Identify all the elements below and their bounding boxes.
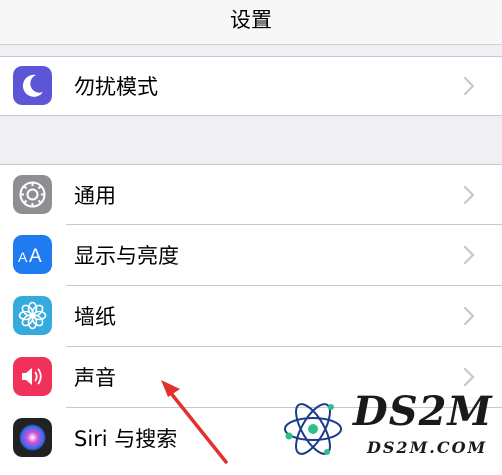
moon-icon — [13, 66, 52, 105]
settings-row-wallpaper[interactable]: 墙纸 — [0, 286, 502, 346]
chevron-right-icon — [462, 306, 476, 326]
chevron-right-icon — [462, 185, 476, 205]
siri-icon — [13, 418, 52, 457]
page-title: 设置 — [230, 8, 272, 32]
settings-row-label: 声音 — [74, 366, 116, 390]
watermark-url: DS2M.COM — [367, 438, 488, 457]
chevron-right-icon — [462, 367, 476, 387]
settings-row-do-not-disturb[interactable]: 勿扰模式 — [0, 56, 502, 116]
settings-row-label: 显示与亮度 — [74, 244, 179, 268]
chevron-right-icon — [462, 76, 476, 96]
speaker-icon — [13, 357, 52, 396]
settings-row-label: 通用 — [74, 184, 116, 208]
settings-row-label: 墙纸 — [74, 305, 116, 329]
flower-icon — [13, 296, 52, 335]
svg-text:A: A — [29, 246, 42, 267]
settings-row-general[interactable]: 通用 — [0, 165, 502, 225]
settings-row-label: Siri 与搜索 — [74, 427, 178, 451]
text-size-icon: A A — [13, 235, 52, 274]
svg-text:A: A — [18, 249, 28, 265]
settings-row-display-brightness[interactable]: A A 显示与亮度 — [0, 225, 502, 285]
navigation-bar: 设置 — [0, 0, 502, 45]
atom-logo-icon — [284, 403, 342, 455]
watermark-title: DS2M — [353, 388, 493, 435]
chevron-right-icon — [462, 245, 476, 265]
settings-group-focus: 勿扰模式 — [0, 56, 502, 116]
settings-row-label: 勿扰模式 — [74, 75, 158, 99]
gear-icon — [13, 175, 52, 214]
watermark: DS2M DS2M.COM — [275, 388, 497, 466]
